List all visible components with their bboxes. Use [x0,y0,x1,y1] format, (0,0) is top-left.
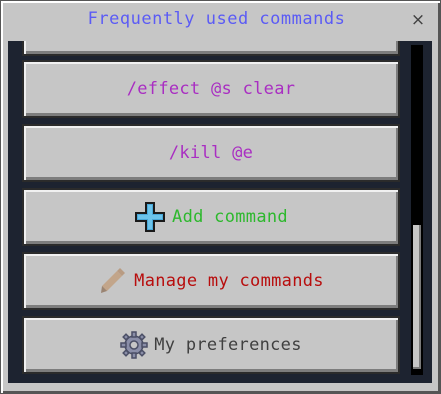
preferences-button[interactable]: My preferences [22,316,400,374]
command-label: /effect @s clear [126,79,296,99]
add-command-label: Add command [172,207,288,227]
dialog-title: Frequently used commands [87,9,346,29]
scrollbar[interactable] [411,45,423,375]
command-label: /kill @e [168,143,254,163]
command-button-kill[interactable]: /kill @e [22,124,400,182]
close-button[interactable]: × [407,9,429,31]
pencil-icon [98,266,128,296]
partial-command-button[interactable] [22,41,400,56]
command-button-effect-clear[interactable]: /effect @s clear [22,60,400,118]
manage-commands-button[interactable]: Manage my commands [22,252,400,310]
plus-icon [134,201,166,233]
manage-commands-label: Manage my commands [134,271,324,291]
scrollbar-thumb[interactable] [413,225,421,369]
gear-icon [120,331,148,359]
add-command-button[interactable]: Add command [22,188,400,246]
preferences-label: My preferences [154,335,302,355]
commands-dialog: Frequently used commands × /effect @s cl… [0,0,441,394]
